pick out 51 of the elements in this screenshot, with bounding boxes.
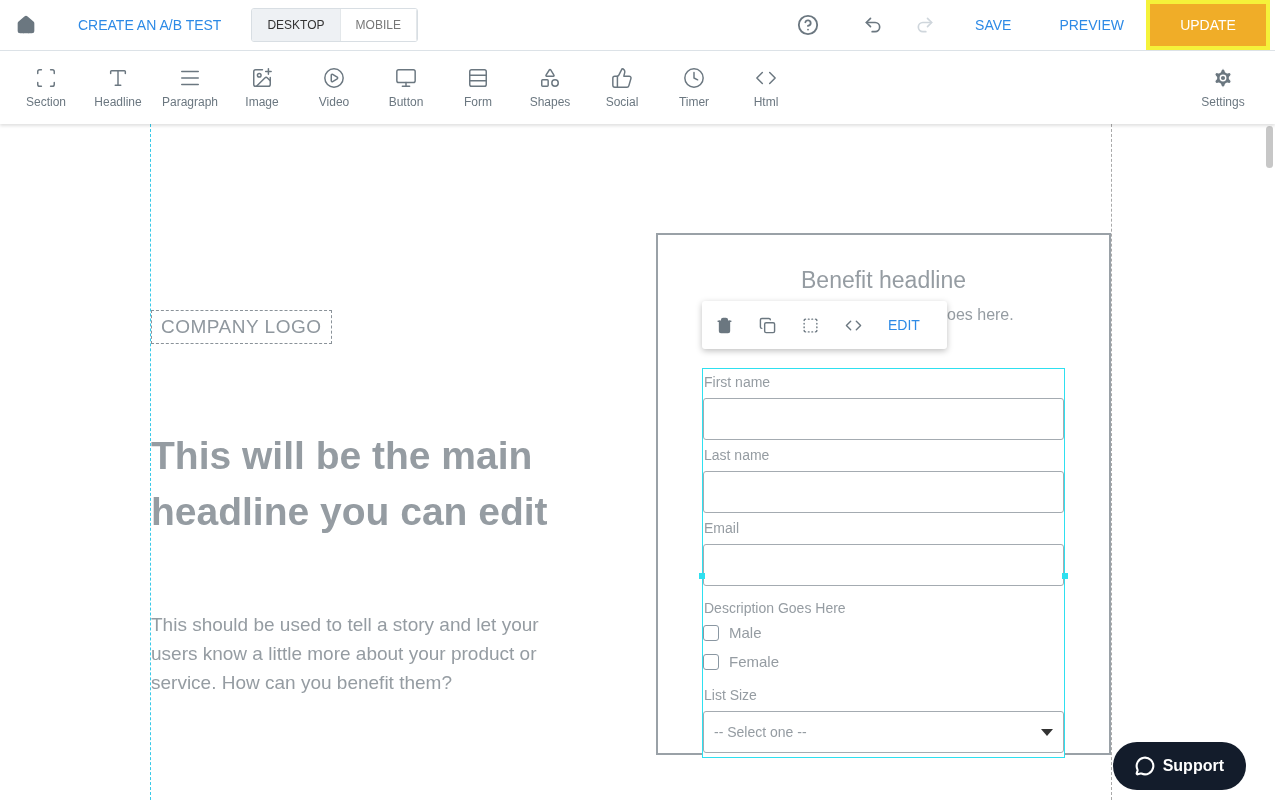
toolbar-item[interactable]: Html	[730, 65, 802, 110]
checkbox-label: Male	[729, 624, 762, 641]
thumbs-up-icon	[611, 66, 633, 89]
company-logo-text: COMPANY LOGO	[151, 310, 332, 344]
resize-handle[interactable]	[699, 573, 705, 579]
edit-button[interactable]: EDIT	[882, 311, 926, 339]
rows-icon	[467, 66, 489, 89]
toolbar-item[interactable]: Section	[10, 65, 82, 110]
checkbox[interactable]	[703, 653, 719, 670]
main-headline: This will be the main headline you can edit	[151, 433, 549, 535]
preview-button[interactable]: PREVIEW	[1051, 11, 1132, 39]
monitor-icon	[395, 66, 417, 89]
field-label: List Size	[704, 687, 758, 703]
chat-icon	[1134, 756, 1155, 776]
shapes-icon	[539, 66, 561, 89]
view-tab[interactable]: DESKTOP	[252, 9, 341, 41]
field-label: First name	[704, 374, 772, 390]
field-label: Email	[704, 520, 740, 536]
input-field[interactable]	[703, 471, 1064, 513]
scrollbar[interactable]	[1266, 126, 1273, 168]
resize-handle[interactable]	[1062, 573, 1068, 579]
card-subtitle: oes here.	[947, 306, 1015, 325]
caret-icon	[1041, 728, 1053, 736]
support-button[interactable]: Support	[1112, 742, 1246, 790]
toolbar-item[interactable]: Button	[370, 65, 442, 110]
field-label: Last name	[704, 447, 771, 463]
card-headline: Benefit headline	[800, 267, 967, 294]
settings-icon	[1212, 66, 1234, 89]
settings-button[interactable]: Settings	[1187, 65, 1259, 110]
toolbar-item[interactable]: Video	[298, 65, 370, 110]
toolbar-item[interactable]: Headline	[82, 65, 154, 110]
toolbar-item[interactable]: Image	[226, 65, 298, 110]
body-text: This should be used to tell a story and let your users know a little more about your product or service. How can you benefit them?	[151, 613, 540, 695]
ab-test-link[interactable]: CREATE AN A/B TEST	[70, 11, 230, 39]
frame-icon	[35, 66, 57, 89]
clock-icon	[683, 66, 705, 89]
toolbar-item[interactable]: Social	[586, 65, 658, 110]
field-label: Description Goes Here	[704, 600, 847, 616]
input-field[interactable]	[703, 544, 1064, 586]
select-field[interactable]: -- Select one --	[703, 711, 1064, 753]
play-icon	[323, 66, 345, 89]
input-field[interactable]	[703, 398, 1064, 440]
toolbar-item[interactable]: Form	[442, 65, 514, 110]
toolbar-item[interactable]: Timer	[658, 65, 730, 110]
save-button[interactable]: SAVE	[967, 11, 1020, 39]
checkbox[interactable]	[703, 624, 719, 641]
home-icon[interactable]	[16, 15, 36, 35]
image-icon	[251, 66, 273, 89]
toolbar-item[interactable]: Shapes	[514, 65, 586, 110]
toolbar-item[interactable]: Paragraph	[154, 65, 226, 110]
checkbox-label: Female	[729, 653, 780, 670]
